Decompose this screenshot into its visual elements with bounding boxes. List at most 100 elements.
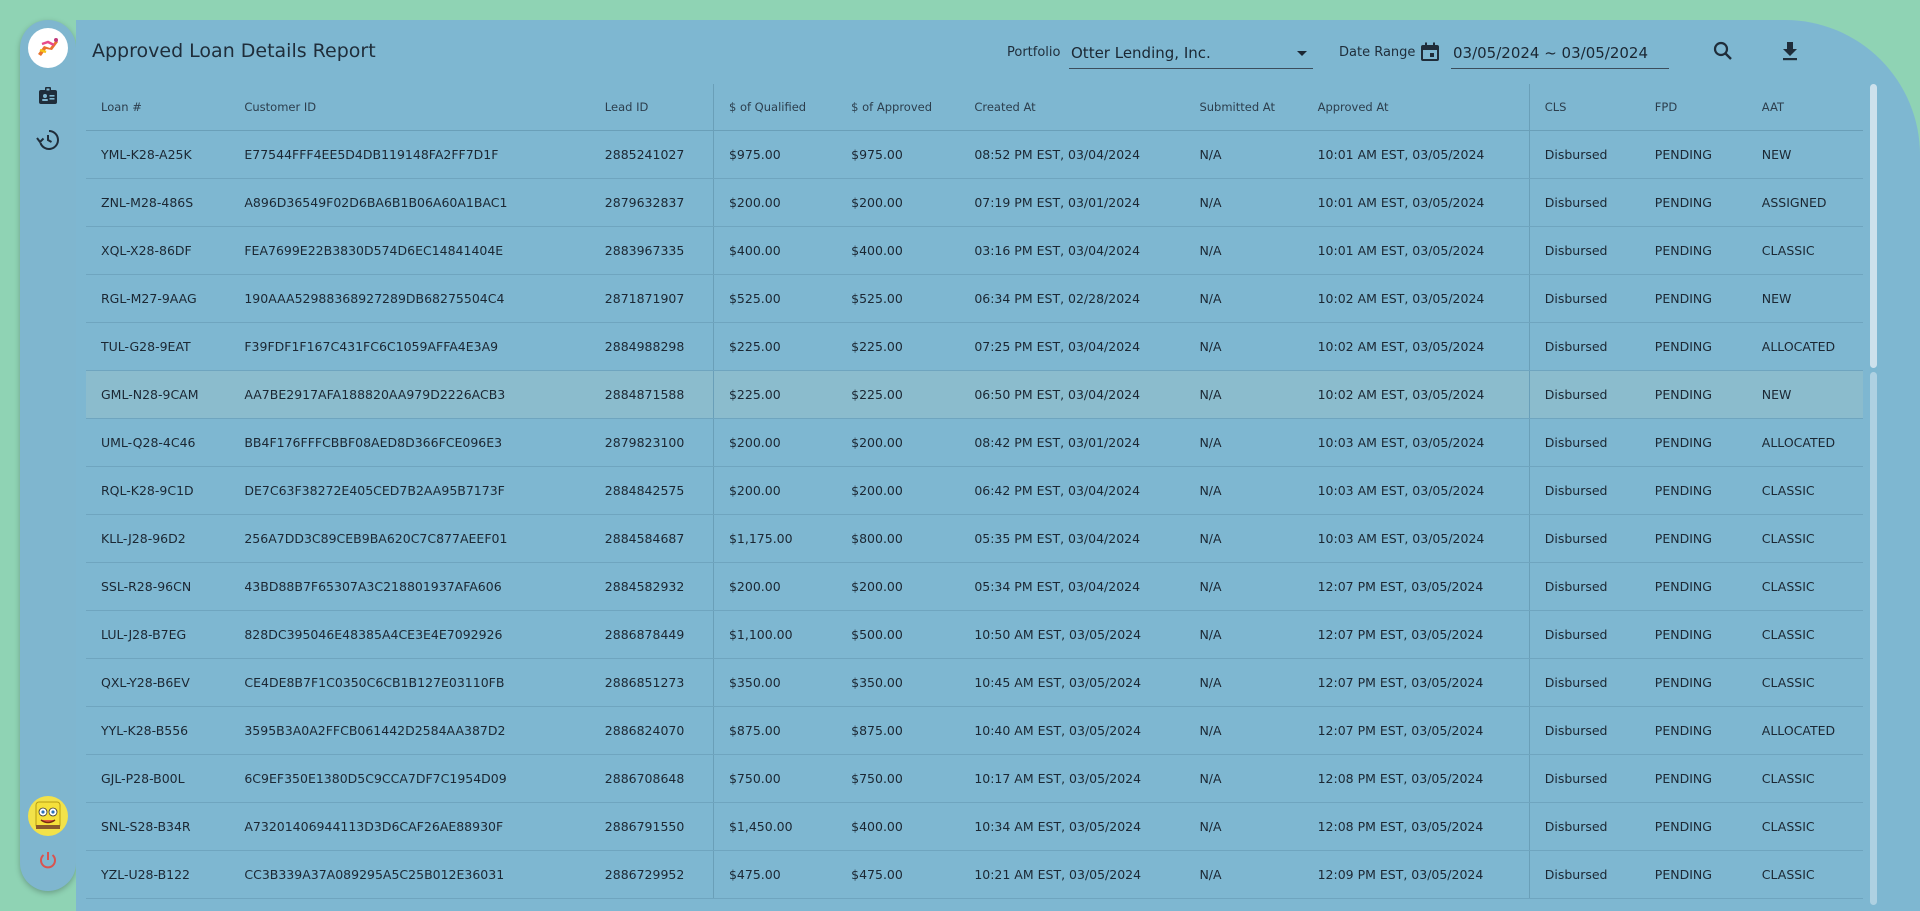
table-scrollbar-track[interactable] [1870,372,1877,905]
cell-aat: ASSIGNED [1746,178,1863,227]
table-row[interactable]: XQL-X28-86DF FEA7699E22B3830D574D6EC14841… [86,226,1863,275]
cell-qualified: $400.00 [712,226,837,275]
cell-loan-number: YZL-U28-B122 [86,850,230,899]
cell-submitted-at: N/A [1184,226,1303,275]
cell-lead-id: 2886824070 [589,706,714,755]
cell-fpd: PENDING [1639,418,1747,467]
cell-created-at: 06:34 PM EST, 02/28/2024 [959,274,1185,323]
portfolio-select[interactable]: Otter Lending, Inc. [1069,40,1313,69]
column-header-cls[interactable]: CLS [1528,84,1640,131]
cell-approved: $525.00 [836,274,960,323]
cell-approved: $350.00 [836,658,960,707]
cell-cls: Disbursed [1528,418,1640,467]
cell-approved: $750.00 [836,754,960,803]
table-row[interactable]: KLL-J28-96D2 256A7DD3C89CEB9BA620C7C877AE… [86,514,1863,563]
table-row[interactable]: LUL-J28-B7EG 828DC395046E48385A4CE3E4E709… [86,610,1863,659]
logout-button[interactable] [36,848,60,872]
cell-created-at: 03:16 PM EST, 03/04/2024 [959,226,1185,275]
cell-aat: CLASSIC [1746,514,1863,563]
cell-customer-id: AA7BE2917AFA188820AA979D2226ACB3 [229,370,590,419]
cell-loan-number: SNL-S28-B34R [86,802,230,851]
table-row[interactable]: YYL-K28-B556 3595B3A0A2FFCB061442D2584AA3… [86,706,1863,755]
cell-approved: $200.00 [836,418,960,467]
history-icon [36,130,59,150]
user-avatar[interactable] [28,796,68,836]
table-row[interactable]: YML-K28-A25K E77544FFF4EE5D4DB119148FA2FF… [86,130,1863,179]
cell-qualified: $225.00 [712,370,837,419]
cell-aat: CLASSIC [1746,226,1863,275]
table-row[interactable]: UML-Q28-4C46 BB4F176FFFCBBF08AED8D366FCE0… [86,418,1863,467]
cell-submitted-at: N/A [1184,130,1303,179]
cell-loan-number: UML-Q28-4C46 [86,418,230,467]
column-header-customer-id[interactable]: Customer ID [229,84,590,131]
cell-approved-at: 12:07 PM EST, 03/05/2024 [1302,610,1530,659]
table-row[interactable]: RQL-K28-9C1D DE7C63F38272E405CED7B2AA95B7… [86,466,1863,515]
download-icon [1783,42,1797,61]
cell-qualified: $225.00 [712,322,837,371]
cell-qualified: $200.00 [712,178,837,227]
column-header-qualified[interactable]: $ of Qualified [712,84,837,131]
column-header-loan-number[interactable]: Loan # [86,84,230,131]
cell-qualified: $750.00 [712,754,837,803]
cell-approved: $225.00 [836,322,960,371]
table-scrollbar-thumb[interactable] [1870,84,1877,368]
cell-customer-id: FEA7699E22B3830D574D6EC14841404E [229,226,590,275]
table-row[interactable]: SSL-R28-96CN 43BD88B7F65307A3C218801937AF… [86,562,1863,611]
cell-created-at: 08:52 PM EST, 03/04/2024 [959,130,1185,179]
cell-submitted-at: N/A [1184,754,1303,803]
table-row[interactable]: SNL-S28-B34R A73201406944113D3D6CAF26AE88… [86,802,1863,851]
cell-qualified: $975.00 [712,130,837,179]
cell-fpd: PENDING [1639,706,1747,755]
loan-table-container[interactable]: Loan # Customer ID Lead ID $ of Qualifie… [86,84,1873,911]
cell-loan-number: TUL-G28-9EAT [86,322,230,371]
date-range-input[interactable]: 03/05/2024 ~ 03/05/2024 [1451,40,1669,69]
column-header-lead-id[interactable]: Lead ID [589,84,714,131]
cell-approved: $500.00 [836,610,960,659]
column-header-approved-at[interactable]: Approved At [1302,84,1530,131]
cell-lead-id: 2884582932 [589,562,714,611]
cell-approved-at: 10:03 AM EST, 03/05/2024 [1302,466,1530,515]
cell-aat: ALLOCATED [1746,322,1863,371]
search-button[interactable] [1711,39,1737,65]
table-row[interactable]: QXL-Y28-B6EV CE4DE8B7F1C0350C6CB1B127E031… [86,658,1863,707]
cell-customer-id: DE7C63F38272E405CED7B2AA95B7173F [229,466,590,515]
cell-approved: $200.00 [836,466,960,515]
cell-approved: $800.00 [836,514,960,563]
cell-qualified: $1,450.00 [712,802,837,851]
table-header-row: Loan # Customer ID Lead ID $ of Qualifie… [86,84,1863,131]
cell-submitted-at: N/A [1184,322,1303,371]
sidebar-item-history[interactable] [36,128,60,152]
column-header-submitted-at[interactable]: Submitted At [1184,84,1303,131]
sidebar-item-reports[interactable] [36,84,60,108]
cell-fpd: PENDING [1639,562,1747,611]
download-button[interactable] [1778,39,1804,65]
date-range-label: Date Range [1339,45,1416,60]
cell-cls: Disbursed [1528,850,1640,899]
cell-approved: $225.00 [836,370,960,419]
table-row[interactable]: GML-N28-9CAM AA7BE2917AFA188820AA979D2226… [86,370,1863,419]
app-logo[interactable] [28,28,68,68]
cell-loan-number: QXL-Y28-B6EV [86,658,230,707]
table-row[interactable]: YZL-U28-B122 CC3B339A37A089295A5C25B012E3… [86,850,1863,899]
cell-customer-id: 6C9EF350E1380D5C9CCA7DF7C1954D09 [229,754,590,803]
cell-created-at: 10:45 AM EST, 03/05/2024 [959,658,1185,707]
table-row[interactable]: RGL-M27-9AAG 190AAA52988368927289DB682755… [86,274,1863,323]
column-header-approved[interactable]: $ of Approved [836,84,960,131]
date-range-calendar-button[interactable] [1418,40,1444,66]
cell-qualified: $475.00 [712,850,837,899]
table-row[interactable]: TUL-G28-9EAT F39FDF1F167C431FC6C1059AFFA4… [86,322,1863,371]
cell-created-at: 10:21 AM EST, 03/05/2024 [959,850,1185,899]
column-header-created-at[interactable]: Created At [959,84,1185,131]
column-header-aat[interactable]: AAT [1746,84,1863,131]
cell-fpd: PENDING [1639,514,1747,563]
cell-lead-id: 2871871907 [589,274,714,323]
column-header-fpd[interactable]: FPD [1639,84,1747,131]
cell-customer-id: 256A7DD3C89CEB9BA620C7C877AEEF01 [229,514,590,563]
cell-approved-at: 12:07 PM EST, 03/05/2024 [1302,562,1530,611]
table-row[interactable]: ZNL-M28-486S A896D36549F02D6BA6B1B06A60A1… [86,178,1863,227]
loan-table: Loan # Customer ID Lead ID $ of Qualifie… [86,84,1863,899]
cell-approved: $200.00 [836,562,960,611]
page-title: Approved Loan Details Report [92,40,376,62]
table-row[interactable]: GJL-P28-B00L 6C9EF350E1380D5C9CCA7DF7C195… [86,754,1863,803]
cell-cls: Disbursed [1528,514,1640,563]
